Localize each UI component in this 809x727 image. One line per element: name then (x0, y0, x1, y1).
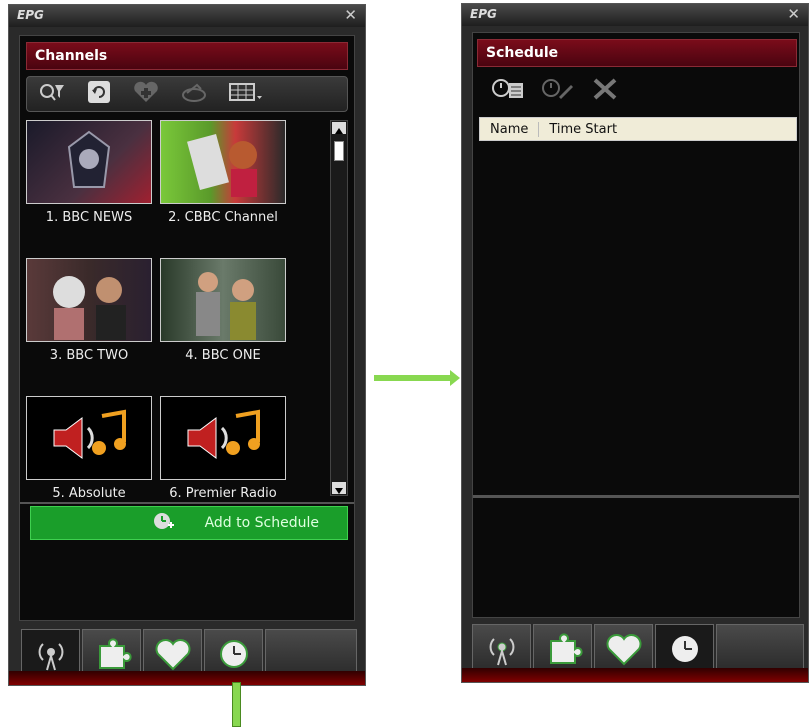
channel-item[interactable]: 3. BBC TWO (26, 258, 152, 363)
clock-add-icon (153, 511, 175, 535)
channel-label: 5. Absolute (52, 486, 126, 500)
broadcast-tab[interactable] (472, 624, 531, 672)
schedule-toolbar (479, 73, 623, 109)
channel-thumbnail (26, 258, 152, 342)
refresh-icon[interactable] (87, 80, 111, 109)
channel-item[interactable]: 5. Absolute (26, 396, 152, 500)
broadcast-icon (489, 637, 514, 665)
empty-tab-area (265, 629, 357, 677)
window-bottom-bar (9, 671, 365, 685)
search-filter-icon[interactable] (39, 82, 65, 107)
schedule-table-header: Name Time Start (479, 117, 797, 141)
add-to-schedule-button[interactable]: Add to Schedule (30, 506, 348, 540)
add-favorite-icon[interactable] (133, 81, 159, 108)
divider (473, 495, 799, 498)
epg-window-left: EPG ✕ Channels 1. BBC NEWS 2. CBBC Chann… (8, 4, 366, 686)
channel-item[interactable]: 2. CBBC Channel (160, 120, 286, 225)
radio-speaker-icon (26, 396, 152, 480)
channel-item[interactable]: 6. Premier Radio (160, 396, 286, 500)
channel-item[interactable]: 1. BBC NEWS (26, 120, 152, 225)
schedule-tab[interactable] (204, 629, 263, 677)
channels-panel: Channels 1. BBC NEWS 2. CBBC Channel 3. … (19, 35, 355, 621)
channel-scrollbar[interactable] (330, 120, 348, 496)
channel-label: 1. BBC NEWS (45, 210, 133, 225)
plugins-tab[interactable] (82, 629, 141, 677)
window-title: EPG (17, 8, 44, 22)
scroll-up-arrow[interactable] (332, 122, 346, 134)
title-bar: EPG ✕ (462, 4, 808, 26)
window-bottom-bar (462, 668, 808, 682)
channel-label: 4. BBC ONE (185, 348, 261, 363)
add-to-schedule-label: Add to Schedule (204, 515, 319, 531)
favorites-tab[interactable] (143, 629, 202, 677)
close-icon[interactable]: ✕ (344, 6, 357, 24)
channel-label: 3. BBC TWO (49, 348, 129, 363)
channel-thumbnail (160, 258, 286, 342)
clock-edit-icon[interactable] (541, 77, 575, 106)
radio-speaker-icon (160, 396, 286, 480)
channels-header: Channels (26, 42, 348, 70)
arrow-right-shaft (374, 375, 452, 381)
channel-thumbnail (160, 120, 286, 204)
puzzle-icon (549, 632, 583, 664)
bottom-tabs (21, 629, 357, 677)
clock-icon (219, 639, 248, 668)
title-bar: EPG ✕ (9, 5, 365, 27)
broadcast-tab[interactable] (21, 629, 80, 677)
schedule-panel: Schedule Name Time Start (472, 32, 800, 618)
grid-view-icon[interactable] (229, 82, 263, 107)
clock-icon (671, 635, 698, 662)
heart-icon (606, 633, 641, 665)
arrow-up-indicator (232, 682, 241, 727)
puzzle-icon (98, 637, 132, 669)
schedule-header: Schedule (477, 39, 797, 67)
heart-icon (155, 638, 190, 670)
epg-window-right: EPG ✕ Schedule Name Time Start (461, 3, 809, 683)
scan-icon[interactable] (181, 81, 207, 108)
scroll-thumb[interactable] (334, 141, 344, 161)
channel-label: 2. CBBC Channel (168, 210, 278, 225)
empty-tab-area (716, 624, 804, 672)
channel-grid: 1. BBC NEWS 2. CBBC Channel 3. BBC TWO 4… (26, 120, 326, 500)
clock-list-icon[interactable] (491, 77, 525, 106)
channel-item[interactable]: 4. BBC ONE (160, 258, 286, 363)
channels-toolbar (26, 76, 348, 112)
channel-label: 6. Premier Radio (169, 486, 277, 500)
schedule-tab[interactable] (655, 624, 714, 672)
delete-icon[interactable] (591, 77, 619, 106)
column-header-name[interactable]: Name (480, 121, 540, 137)
scroll-down-arrow[interactable] (332, 482, 346, 494)
plugins-tab[interactable] (533, 624, 592, 672)
broadcast-icon (38, 642, 63, 670)
close-icon[interactable]: ✕ (787, 5, 800, 23)
column-header-time-start[interactable]: Time Start (539, 122, 627, 137)
bottom-tabs (472, 624, 804, 672)
favorites-tab[interactable] (594, 624, 653, 672)
divider (20, 502, 354, 504)
channel-thumbnail (26, 120, 152, 204)
window-title: EPG (470, 7, 497, 21)
arrow-right-head (450, 370, 460, 386)
